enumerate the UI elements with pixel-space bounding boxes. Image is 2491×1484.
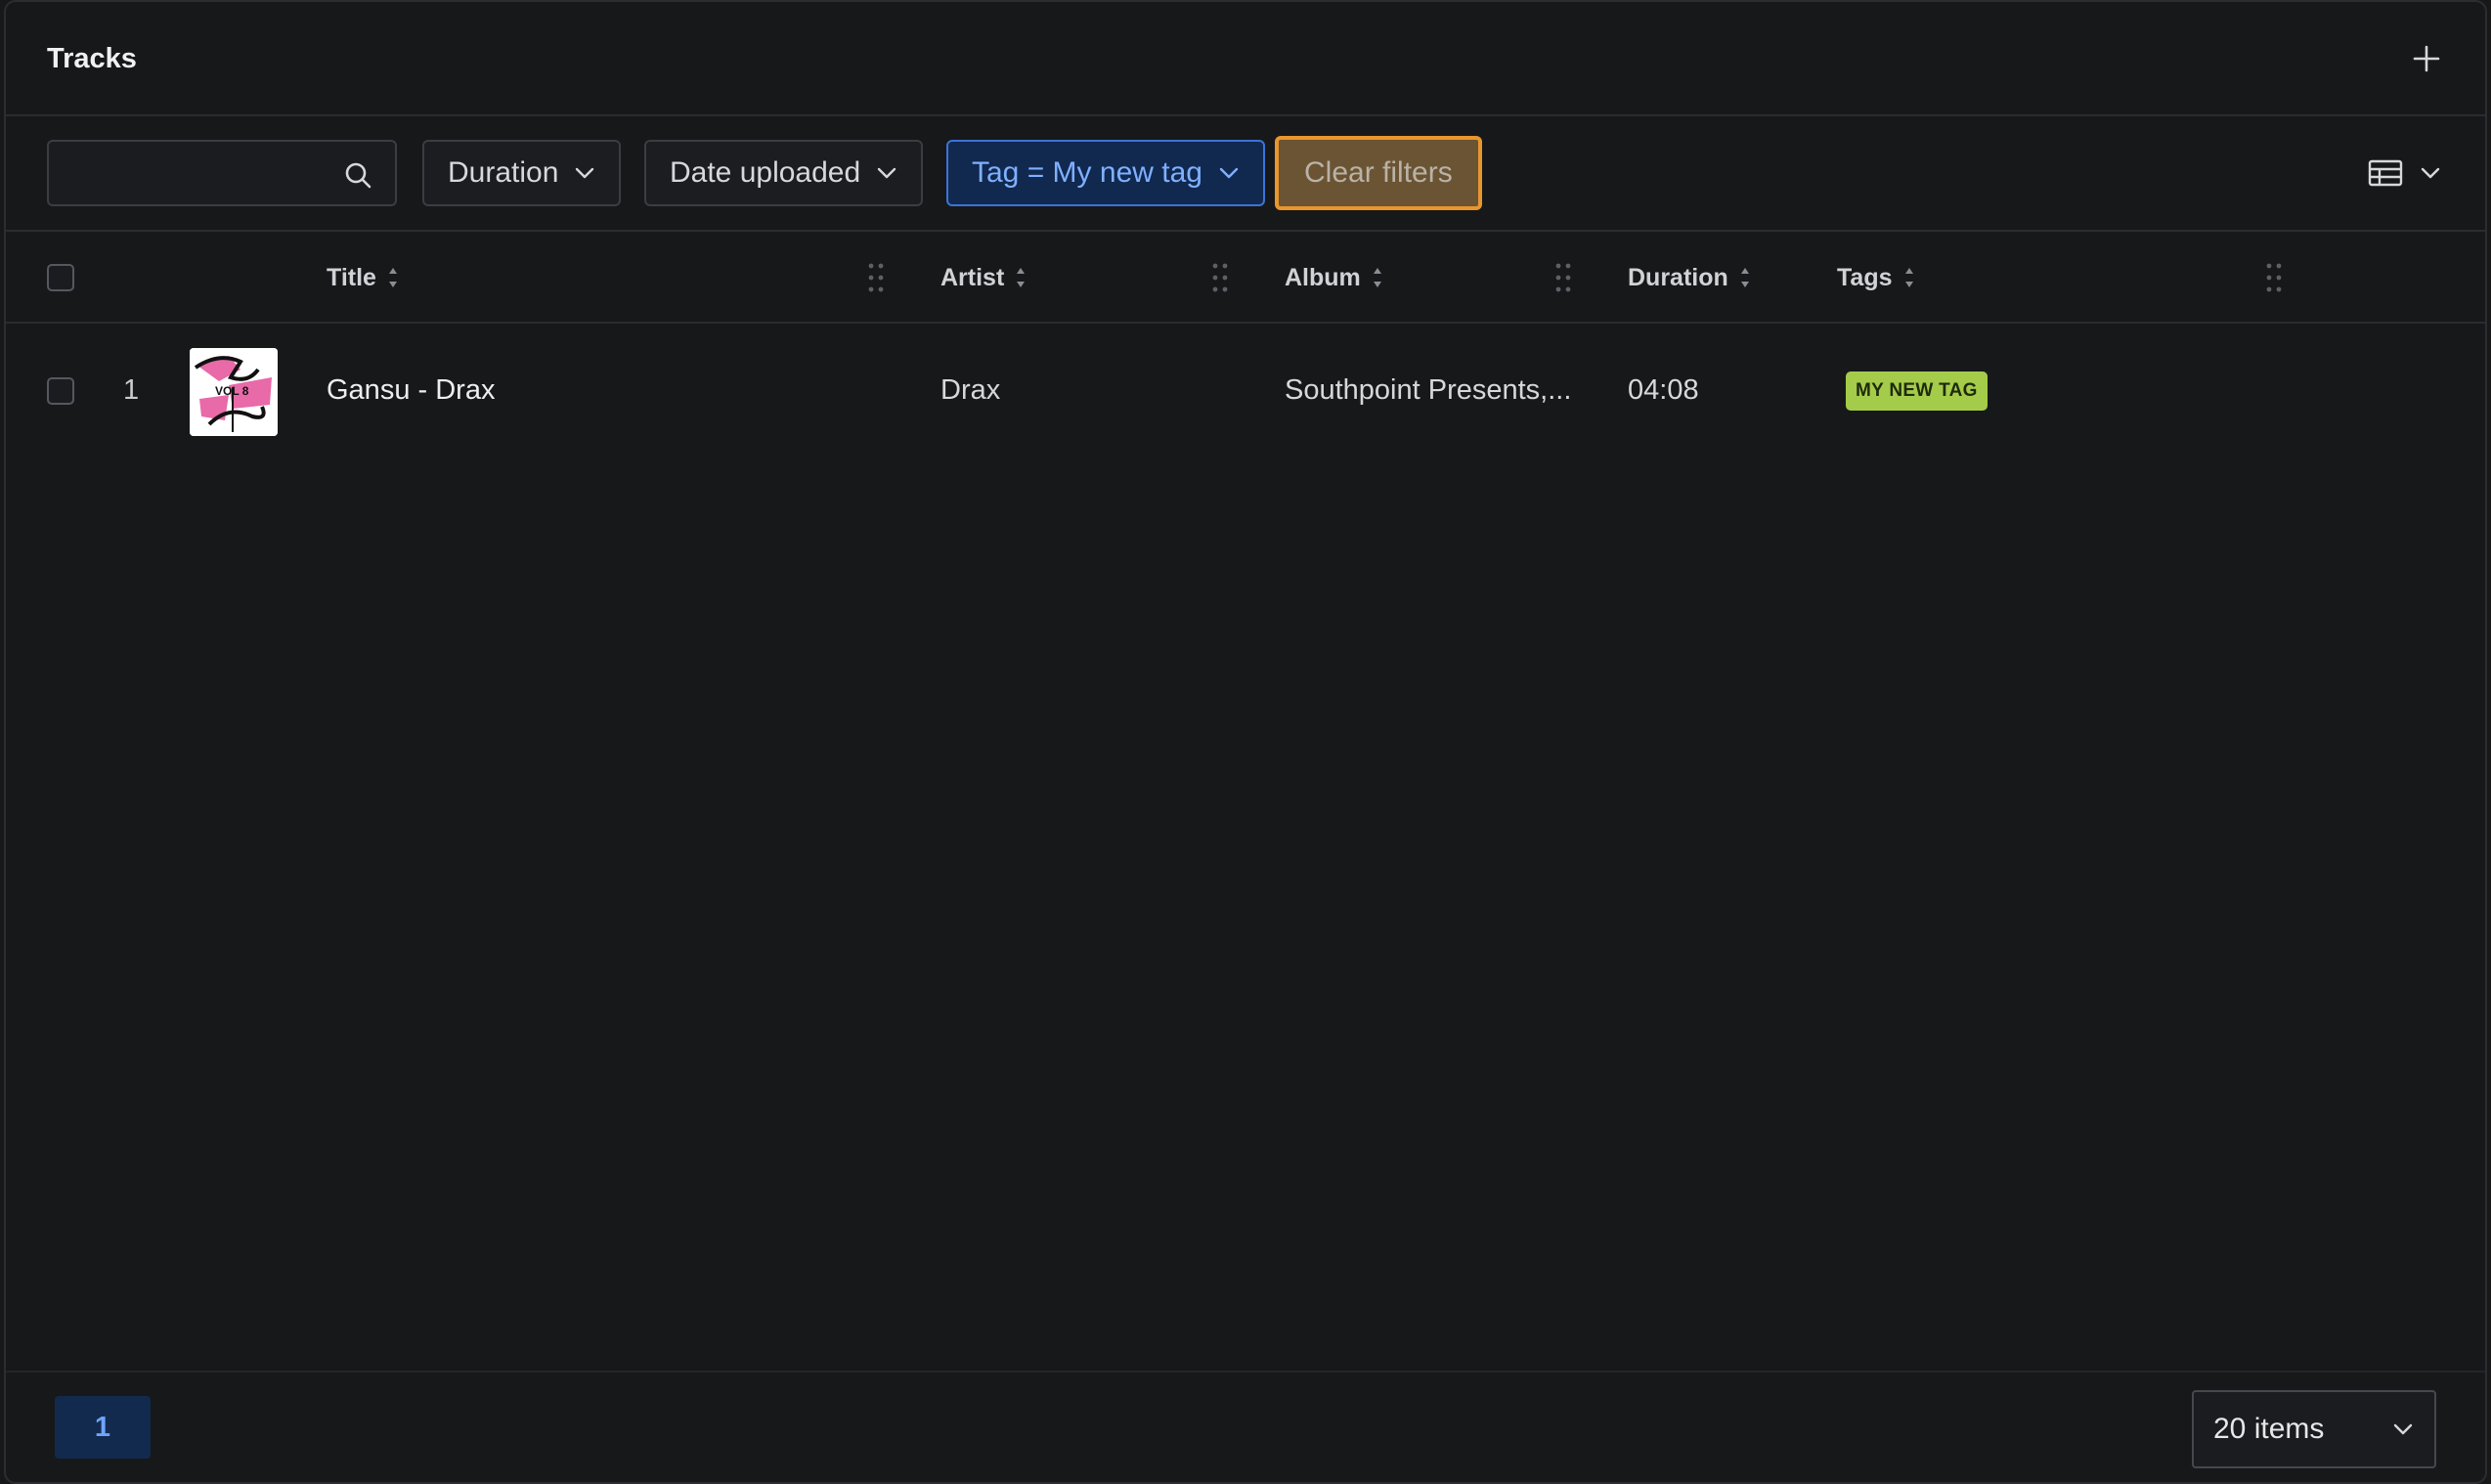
date-uploaded-filter-button[interactable]: Date uploaded <box>644 140 924 206</box>
table-header: Title Artist Album Duration Tags <box>6 232 2485 324</box>
page-size-select[interactable]: 20 items <box>2192 1390 2436 1468</box>
chevron-down-icon <box>2421 167 2440 179</box>
track-duration: 04:08 <box>1628 374 1699 406</box>
add-track-button[interactable] <box>2407 39 2446 78</box>
column-header-title[interactable]: Title <box>327 261 400 294</box>
drag-handle-icon[interactable] <box>2264 261 2284 294</box>
chevron-down-icon <box>2393 1423 2413 1435</box>
sort-icon <box>1740 268 1749 287</box>
tag-badge[interactable]: MY NEW TAG <box>1846 371 1988 411</box>
search-box <box>47 140 397 206</box>
chevron-down-icon <box>1219 167 1239 179</box>
column-header-album[interactable]: Album <box>1285 261 1384 294</box>
plus-icon <box>2413 45 2440 72</box>
row-checkbox[interactable] <box>47 377 74 405</box>
cover-text: VOL 8 <box>215 384 249 398</box>
column-title-label: Title <box>327 263 376 291</box>
table-view-icon <box>2368 159 2403 187</box>
sort-icon <box>1017 268 1026 287</box>
tracks-panel: Tracks Duration Date uploaded Tag = My n… <box>4 0 2487 1484</box>
sort-icon <box>1904 268 1913 287</box>
panel-header: Tracks <box>6 2 2485 116</box>
track-artist: Drax <box>940 374 1001 406</box>
column-header-tags[interactable]: Tags <box>1837 261 1916 294</box>
select-all-checkbox[interactable] <box>47 264 74 291</box>
page-title: Tracks <box>47 43 137 74</box>
column-duration-label: Duration <box>1628 263 1728 291</box>
tag-filter-label: Tag = My new tag <box>972 156 1202 189</box>
page-button-1[interactable]: 1 <box>55 1396 151 1459</box>
drag-handle-icon[interactable] <box>866 261 886 294</box>
track-title[interactable]: Gansu - Drax <box>327 374 495 407</box>
row-index: 1 <box>123 374 140 406</box>
column-header-artist[interactable]: Artist <box>940 261 1027 294</box>
table-row[interactable]: 1 VOL 8 Gansu - Drax Drax Southpoint Pre… <box>6 326 2485 457</box>
track-album: Southpoint Presents,... <box>1285 374 1572 406</box>
column-header-duration[interactable]: Duration <box>1628 261 1752 294</box>
view-options-button[interactable] <box>2368 153 2442 193</box>
column-tags-label: Tags <box>1837 263 1893 291</box>
pagination-bar: 1 20 items <box>6 1371 2485 1482</box>
clear-filters-button[interactable]: Clear filters <box>1275 136 1482 210</box>
page-size-label: 20 items <box>2213 1413 2325 1445</box>
search-input[interactable] <box>49 142 332 204</box>
column-artist-label: Artist <box>940 263 1005 291</box>
drag-handle-icon[interactable] <box>1553 261 1573 294</box>
duration-filter-button[interactable]: Duration <box>422 140 622 206</box>
chevron-down-icon <box>576 167 594 179</box>
chevron-down-icon <box>877 167 896 179</box>
clear-filters-label: Clear filters <box>1304 156 1453 189</box>
column-album-label: Album <box>1285 263 1361 291</box>
sort-icon <box>1373 268 1381 287</box>
duration-filter-label: Duration <box>448 156 559 189</box>
tag-filter-button[interactable]: Tag = My new tag <box>946 140 1265 206</box>
drag-handle-icon[interactable] <box>1210 261 1230 294</box>
date-uploaded-filter-label: Date uploaded <box>670 156 861 189</box>
album-cover: VOL 8 <box>190 348 278 436</box>
search-icon[interactable] <box>342 159 373 191</box>
filter-bar: Duration Date uploaded Tag = My new tag … <box>6 116 2485 232</box>
sort-icon <box>388 268 397 287</box>
